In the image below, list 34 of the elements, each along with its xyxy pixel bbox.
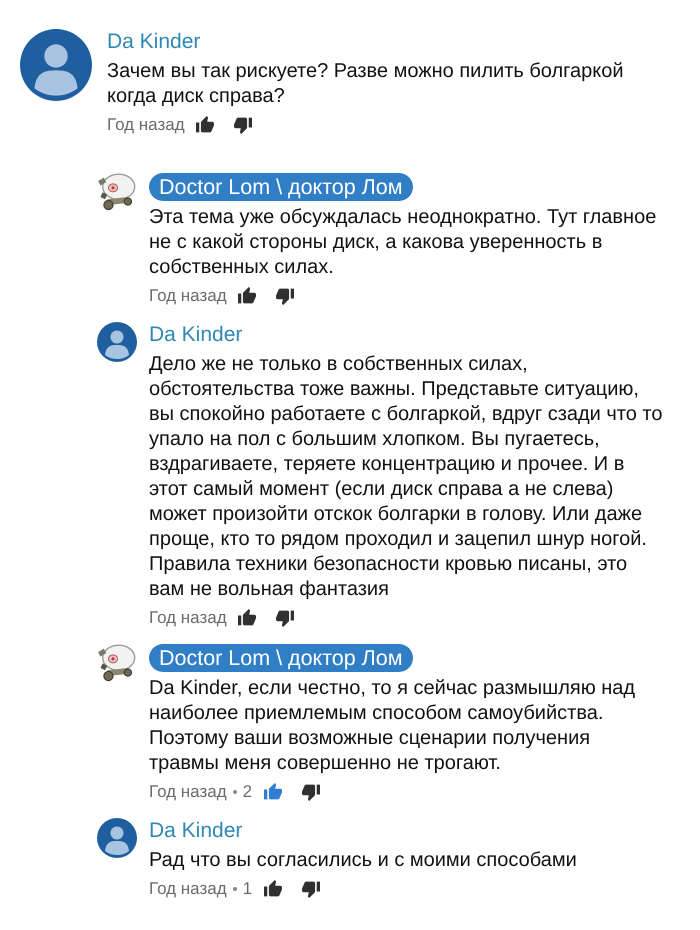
user-avatar-icon xyxy=(97,818,137,858)
comment-time: Год назад xyxy=(149,286,227,306)
thumbs-up-icon[interactable] xyxy=(196,116,214,134)
user-avatar-icon xyxy=(20,29,92,101)
robot-avatar-icon xyxy=(97,644,137,684)
thumbs-down-icon[interactable] xyxy=(276,287,294,305)
thumbs-down-icon[interactable] xyxy=(302,880,320,898)
comment-text: Da Kinder, если честно, то я сейчас размышляю над наиболее приемлемым способом самоубийства. Поэтому ваши возможные сценарии получения травмы меня совершенно не трогают. xyxy=(149,676,636,776)
comment-text: Рад что вы согласились и с моими способами xyxy=(149,848,577,873)
thumbs-down-icon[interactable] xyxy=(276,609,294,627)
thumbs-up-icon[interactable] xyxy=(264,880,282,898)
channel-owner-name-link[interactable]: Doctor Lom \ доктор Лом xyxy=(149,173,413,201)
comment-text: Эта тема уже обсуждалась неоднократно. Тут главное не с какой стороны диск, а какова уверенность в собственных силах. xyxy=(149,205,658,280)
thumbs-up-icon[interactable] xyxy=(238,287,256,305)
thumbs-down-icon[interactable] xyxy=(302,783,320,801)
author-name-link[interactable]: Da Kinder xyxy=(149,322,242,348)
comment-text: Дело же не только в собственных силах, обстоятельства тоже важны. Представьте ситуацию, вы спокойно работаете с болгаркой, вдруг сзади что то упало на пол с большим хлопком. Вы пугаетесь, вздрагиваете, теряете концентрацию и прочее. И в этот самый момент (если диск справа а не слева) может произойти отскок болгарки в голову. Или даже проще, кто то рядом проходил и зацепил шнур ногой. Правила техники безопасности кровью писаны, это вам не вольная фантазия xyxy=(149,352,664,602)
author-name-link[interactable]: Da Kinder xyxy=(149,818,242,844)
like-count: 1 xyxy=(242,879,252,899)
comment-time: Год назад xyxy=(149,879,227,899)
separator-dot-icon xyxy=(232,790,237,794)
comment-time: Год назад xyxy=(149,782,227,802)
thumbs-down-icon[interactable] xyxy=(234,116,252,134)
separator-dot-icon xyxy=(232,887,237,891)
comment-time: Год назад xyxy=(149,608,227,628)
thumbs-up-icon[interactable] xyxy=(238,609,256,627)
channel-owner-name-link[interactable]: Doctor Lom \ доктор Лом xyxy=(149,644,413,672)
thumbs-up-icon[interactable] xyxy=(264,783,282,801)
comment-text: Зачем вы так рискуете? Разве можно пилить болгаркой когда диск справа? xyxy=(107,59,625,109)
robot-avatar-icon xyxy=(97,173,137,213)
author-name-link[interactable]: Da Kinder xyxy=(107,29,200,55)
comment-time: Год назад xyxy=(107,115,185,135)
user-avatar-icon xyxy=(97,322,137,362)
like-count: 2 xyxy=(242,782,252,802)
